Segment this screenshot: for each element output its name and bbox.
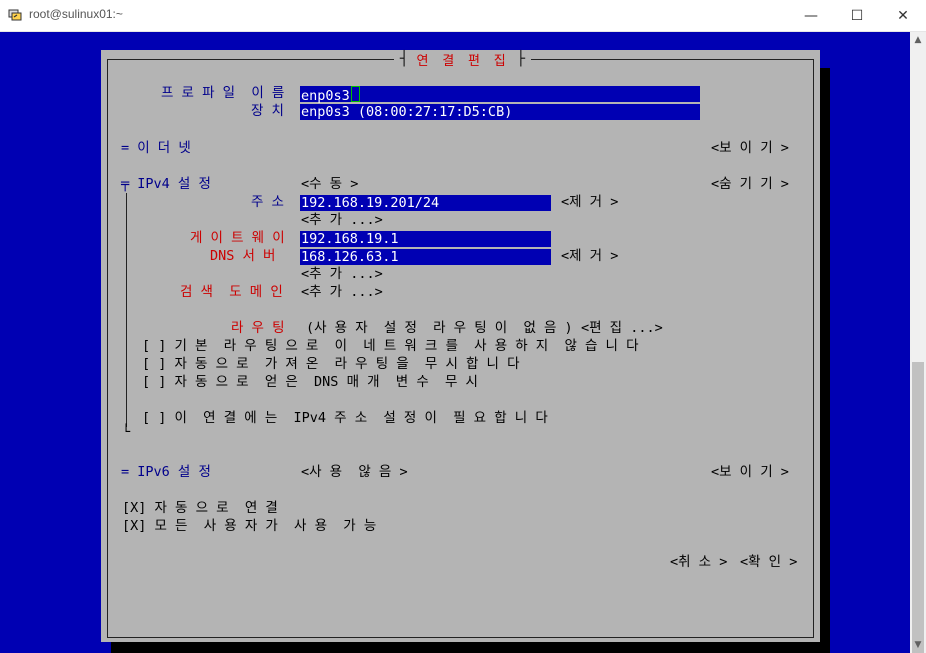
cancel-button[interactable]: <취 소 >	[670, 553, 727, 571]
ipv6-show-button[interactable]: <보 이 기 >	[711, 463, 789, 481]
scroll-down-icon[interactable]: ▼	[910, 637, 926, 653]
ipv6-mode-select[interactable]: <사 용 않 음 >	[301, 463, 408, 481]
scroll-up-icon[interactable]: ▲	[910, 32, 926, 48]
window-title: root@sulinux01:~	[29, 7, 123, 21]
address-add-button[interactable]: <추 가 ...>	[301, 211, 383, 229]
terminal-scrollbar[interactable]: ▲ ▼	[910, 32, 926, 653]
device-label: 장 치	[251, 103, 284, 119]
scrollbar-thumb[interactable]	[912, 362, 924, 653]
putty-icon	[8, 9, 22, 21]
close-button[interactable]: ✕	[880, 0, 926, 31]
maximize-button[interactable]: ☐	[834, 0, 880, 31]
ipv6-section-label: = IPv6 설 정	[121, 464, 211, 480]
all-users-checkbox[interactable]: [X] 모 든 사 용 자 가 사 용 가 능	[122, 517, 376, 535]
ipv4-section-label: ╤ IPv4 설 정	[121, 176, 211, 192]
ipv4-group-line	[126, 193, 127, 427]
ipv4-hide-button[interactable]: <숨 기 기 >	[711, 175, 789, 193]
require-ipv4-checkbox[interactable]: [ ] 이 연 결 에 는 IPv4 주 소 설 정 이 필 요 합 니 다	[142, 409, 548, 427]
profile-name-label: 프 로 파 일 이 름	[161, 85, 285, 101]
address-input[interactable]: 192.168.19.201/24	[300, 195, 551, 211]
ethernet-show-button[interactable]: <보 이 기 >	[711, 139, 789, 157]
ignore-auto-dns-checkbox[interactable]: [ ] 자 동 으 로 얻 은 DNS 매 개 변 수 무 시	[142, 373, 478, 391]
dns-add-button[interactable]: <추 가 ...>	[301, 265, 383, 283]
gateway-input[interactable]: 192.168.19.1	[300, 231, 551, 247]
routing-label: 라 우 팅	[231, 320, 285, 336]
search-domain-add-button[interactable]: <추 가 ...>	[301, 283, 383, 301]
ignore-auto-routes-checkbox[interactable]: [ ] 자 동 으 로 가 져 온 라 우 팅 을 무 시 합 니 다	[142, 355, 520, 373]
never-default-route-checkbox[interactable]: [ ] 기 본 라 우 팅 으 로 이 네 트 워 크 를 사 용 하 지 않 …	[142, 337, 639, 355]
ipv4-group-corner: └	[122, 424, 131, 440]
profile-name-input[interactable]: enp0s3	[300, 86, 700, 104]
ethernet-section-label: = 이 더 넷	[121, 140, 191, 156]
dns-server-label: DNS 서 버	[210, 248, 276, 264]
edit-connection-dialog: ┤ 연 결 편 집 ├ 프 로 파 일 이 름 enp0s3 장 치 enp0s…	[101, 50, 820, 642]
dialog-title-bar: ┤ 연 결 편 집 ├	[394, 50, 532, 69]
search-domain-label: 검 색 도 메 인	[180, 284, 283, 300]
auto-connect-checkbox[interactable]: [X] 자 동 으 로 연 결	[122, 499, 278, 517]
gateway-label: 게 이 트 웨 이	[190, 230, 285, 246]
minimize-button[interactable]: —	[788, 0, 834, 31]
ok-button[interactable]: <확 인 >	[740, 553, 797, 571]
address-remove-button[interactable]: <제 거 >	[561, 193, 618, 211]
dns-server-input[interactable]: 168.126.63.1	[300, 249, 551, 265]
routing-edit-button[interactable]: <편 집 ...>	[581, 319, 663, 337]
dns-remove-button[interactable]: <제 거 >	[561, 247, 618, 265]
window-titlebar: root@sulinux01:~ — ☐ ✕	[0, 0, 926, 32]
dialog-title: 연 결 편 집	[416, 53, 509, 69]
routing-value: (사 용 자 설 정 라 우 팅 이 없 음 )	[306, 320, 573, 336]
address-label: 주 소	[251, 194, 284, 210]
device-input[interactable]: enp0s3 (08:00:27:17:D5:CB)	[300, 104, 700, 120]
ipv4-mode-select[interactable]: <수 동 >	[301, 175, 358, 193]
text-cursor	[350, 86, 360, 102]
